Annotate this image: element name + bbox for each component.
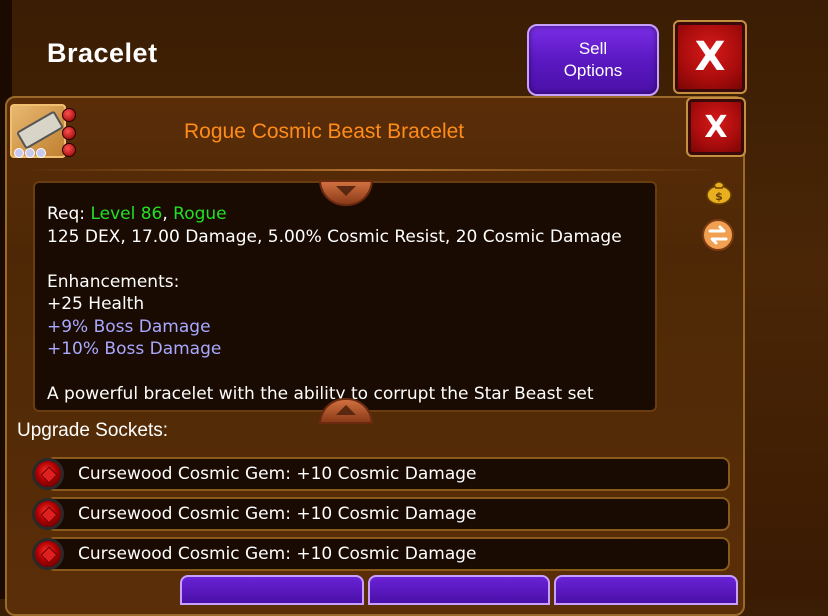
socket-text: Cursewood Cosmic Gem: +10 Cosmic Damage xyxy=(78,504,477,524)
bottom-action-button[interactable] xyxy=(180,575,364,605)
upgrade-sockets-label: Upgrade Sockets: xyxy=(17,420,169,441)
socket-row[interactable]: Cursewood Cosmic Gem: +10 Cosmic Damage xyxy=(46,457,730,491)
bottom-action-button[interactable] xyxy=(554,575,738,605)
close-screen-button[interactable]: X xyxy=(673,20,747,94)
socket-dot xyxy=(25,148,35,158)
gem-dot xyxy=(62,143,76,157)
svg-text:$: $ xyxy=(715,190,723,203)
req-separator: , xyxy=(162,204,174,224)
req-prefix: Req: xyxy=(47,204,91,224)
requirement-line: Req: Level 86, Rogue xyxy=(47,203,645,226)
close-icon: X xyxy=(704,109,728,145)
divider xyxy=(22,169,722,171)
socket-dot xyxy=(36,148,46,158)
bracelet-icon xyxy=(10,104,76,158)
req-class: Rogue xyxy=(173,204,227,224)
swap-icon[interactable] xyxy=(701,218,735,252)
enhancement-line: +25 Health xyxy=(47,294,145,314)
enhancement-line: +9% Boss Damage xyxy=(47,316,211,337)
description-text: Req: Level 86, Rogue 125 DEX, 17.00 Dama… xyxy=(47,203,645,406)
socket-text: Cursewood Cosmic Gem: +10 Cosmic Damage xyxy=(78,544,477,564)
description-box[interactable]: Req: Level 86, Rogue 125 DEX, 17.00 Dama… xyxy=(33,181,657,412)
req-level: Level 86 xyxy=(90,204,163,224)
stats-line: 125 DEX, 17.00 Damage, 5.00% Cosmic Resi… xyxy=(47,226,622,247)
sell-options-button[interactable]: Sell Options xyxy=(527,24,659,96)
red-gem-icon xyxy=(32,538,64,570)
socket-text: Cursewood Cosmic Gem: +10 Cosmic Damage xyxy=(78,464,477,484)
bottom-action-button[interactable] xyxy=(368,575,550,605)
red-gem-icon xyxy=(32,458,64,490)
screen-title: Bracelet xyxy=(47,38,158,68)
gold-bag-icon[interactable]: $ xyxy=(705,175,733,205)
close-icon: X xyxy=(694,34,726,80)
sell-options-label: Sell Options xyxy=(563,39,623,80)
enhancement-line: +10% Boss Damage xyxy=(47,339,222,359)
socket-row[interactable]: Cursewood Cosmic Gem: +10 Cosmic Damage xyxy=(46,537,730,571)
enhancements-heading: Enhancements: xyxy=(47,271,180,292)
socket-row[interactable]: Cursewood Cosmic Gem: +10 Cosmic Damage xyxy=(46,497,730,531)
close-item-button[interactable]: X xyxy=(686,97,746,157)
red-gem-icon xyxy=(32,498,64,530)
gem-dot xyxy=(62,108,76,122)
socket-dot xyxy=(14,148,24,158)
gem-dot xyxy=(62,126,76,140)
item-name: Rogue Cosmic Beast Bracelet xyxy=(184,120,465,143)
bracelet-band xyxy=(15,110,65,150)
